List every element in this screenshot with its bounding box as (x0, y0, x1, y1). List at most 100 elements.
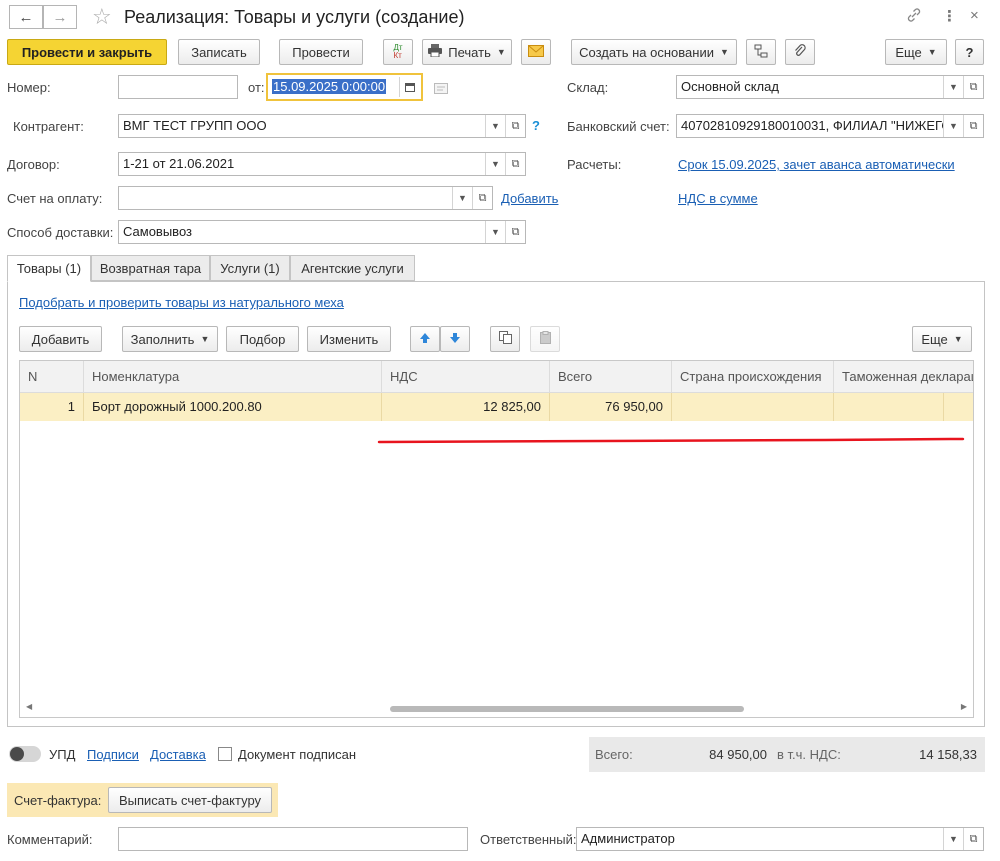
post-button[interactable]: Провести (279, 39, 363, 65)
chevron-down-icon[interactable]: ▼ (943, 828, 963, 850)
link-icon[interactable] (906, 7, 922, 27)
help-button[interactable]: ? (955, 39, 984, 65)
column-header-country[interactable]: Страна происхождения (672, 361, 834, 393)
tab-agent-services[interactable]: Агентские услуги (290, 255, 415, 281)
invoice-add-link[interactable]: Добавить (501, 191, 558, 206)
move-down-button[interactable] (440, 326, 470, 352)
open-icon[interactable]: ⧉ (505, 115, 525, 137)
close-icon[interactable]: × (970, 7, 979, 24)
favorite-star-icon[interactable]: ☆ (92, 4, 112, 30)
arrow-left-icon: ← (18, 8, 34, 26)
more-vertical-icon[interactable]: ⋮ (942, 7, 957, 25)
row-nomenclature[interactable]: Борт дорожный 1000.200.80 (84, 393, 332, 421)
delivery-select[interactable]: Самовывоз ▼ ⧉ (118, 220, 526, 244)
dt-kt-button[interactable]: Дт Кт (383, 39, 413, 65)
comment-field[interactable] (118, 827, 468, 851)
row-nomenclature-extra[interactable] (332, 393, 382, 421)
envelope-icon (528, 44, 544, 60)
chevron-down-icon[interactable]: ▼ (943, 115, 963, 137)
paste-icon (539, 331, 552, 347)
chevron-down-icon[interactable]: ▼ (452, 187, 472, 209)
open-icon[interactable]: ⧉ (963, 76, 983, 98)
row-vat[interactable]: 12 825,00 (382, 393, 550, 421)
upd-toggle[interactable] (9, 746, 41, 762)
email-button[interactable] (521, 39, 551, 65)
row-total[interactable]: 76 950,00 (550, 393, 672, 421)
bank-account-select[interactable]: 40702810929180010031, ФИЛИАЛ "НИЖЕГО ▼ ⧉ (676, 114, 984, 138)
open-icon[interactable]: ⧉ (505, 153, 525, 175)
open-icon[interactable]: ⧉ (472, 187, 492, 209)
signed-checkbox[interactable] (218, 747, 232, 761)
responsible-select[interactable]: Администратор ▼ ⧉ (576, 827, 984, 851)
vat-total-label: в т.ч. НДС: (777, 747, 841, 762)
select-button[interactable]: Подбор (226, 326, 299, 352)
column-header-customs[interactable]: Таможенная деклараци (834, 361, 973, 393)
column-header-n[interactable]: N (20, 361, 84, 393)
create-based-on-button[interactable]: Создать на основании ▼ (571, 39, 737, 65)
row-extra-cell[interactable] (944, 393, 973, 421)
vat-mode-link[interactable]: НДС в сумме (678, 191, 758, 206)
document-status-icon (434, 82, 448, 97)
open-icon[interactable]: ⧉ (963, 828, 983, 850)
column-header-nomenclature[interactable]: Номенклатура (84, 361, 382, 393)
add-row-button[interactable]: Добавить (19, 326, 102, 352)
structure-button[interactable] (746, 39, 776, 65)
warehouse-select[interactable]: Основной склад ▼ ⧉ (676, 75, 984, 99)
horizontal-scrollbar[interactable]: ◀ ▶ (20, 701, 973, 717)
scroll-left-icon[interactable]: ◀ (26, 702, 32, 711)
save-button[interactable]: Записать (178, 39, 260, 65)
settlements-label: Расчеты: (567, 157, 622, 172)
open-icon[interactable]: ⧉ (505, 221, 525, 243)
grid-more-label: Еще (921, 331, 948, 347)
scrollbar-thumb[interactable] (390, 706, 744, 712)
row-country[interactable] (672, 393, 834, 421)
contractor-select[interactable]: ВМГ ТЕСТ ГРУПП ООО ▼ ⧉ (118, 114, 526, 138)
fill-button[interactable]: Заполнить ▼ (122, 326, 218, 352)
delivery-link[interactable]: Доставка (150, 747, 206, 762)
contract-value: 1-21 от 21.06.2021 (123, 156, 235, 171)
grid-more-button[interactable]: Еще ▼ (912, 326, 972, 352)
column-header-total[interactable]: Всего (550, 361, 672, 393)
create-based-label: Создать на основании (579, 44, 714, 60)
calendar-icon[interactable] (399, 77, 419, 97)
chevron-down-icon[interactable]: ▼ (943, 76, 963, 98)
issue-invoice-button[interactable]: Выписать счет-фактуру (108, 787, 272, 813)
contract-select[interactable]: 1-21 от 21.06.2021 ▼ ⧉ (118, 152, 526, 176)
date-field[interactable]: 15.09.2025 0:00:00 (266, 73, 423, 101)
invoice-select[interactable]: ▼ ⧉ (118, 186, 493, 210)
more-button[interactable]: Еще ▼ (885, 39, 947, 65)
open-icon[interactable]: ⧉ (963, 115, 983, 137)
tab-returnable-packaging[interactable]: Возвратная тара (91, 255, 210, 281)
pick-fur-goods-link[interactable]: Подобрать и проверить товары из натураль… (19, 295, 344, 310)
forward-button[interactable]: → (43, 5, 77, 29)
change-button[interactable]: Изменить (307, 326, 391, 352)
copy-rows-button[interactable] (490, 326, 520, 352)
help-icon[interactable]: ? (532, 118, 540, 133)
column-header-vat[interactable]: НДС (382, 361, 550, 393)
page-title: Реализация: Товары и услуги (создание) (124, 7, 465, 27)
post-and-close-button[interactable]: Провести и закрыть (7, 39, 167, 65)
contract-label: Договор: (7, 157, 60, 172)
chevron-down-icon[interactable]: ▼ (485, 115, 505, 137)
arrow-down-icon (449, 332, 461, 347)
row-customs[interactable] (834, 393, 944, 421)
move-up-button[interactable] (410, 326, 440, 352)
attachment-button[interactable] (785, 39, 815, 65)
signatures-link[interactable]: Подписи (87, 747, 139, 762)
date-value: 15.09.2025 0:00:00 (272, 79, 387, 94)
tab-services[interactable]: Услуги (1) (210, 255, 290, 281)
chevron-down-icon[interactable]: ▼ (485, 221, 505, 243)
tab-goods[interactable]: Товары (1) (7, 255, 91, 282)
chevron-down-icon: ▼ (953, 334, 963, 344)
scroll-right-icon[interactable]: ▶ (961, 702, 967, 711)
chevron-down-icon: ▼ (496, 47, 506, 57)
chevron-down-icon[interactable]: ▼ (485, 153, 505, 175)
paste-rows-button[interactable] (530, 326, 560, 352)
total-label: Всего: (595, 747, 633, 762)
settlements-link[interactable]: Срок 15.09.2025, зачет аванса автоматиче… (678, 157, 955, 172)
back-button[interactable]: ← (9, 5, 43, 29)
goods-table[interactable]: N Номенклатура НДС Всего Страна происхож… (19, 360, 974, 718)
paperclip-icon (793, 43, 807, 61)
print-button[interactable]: Печать ▼ (422, 39, 512, 65)
number-field[interactable] (118, 75, 238, 99)
